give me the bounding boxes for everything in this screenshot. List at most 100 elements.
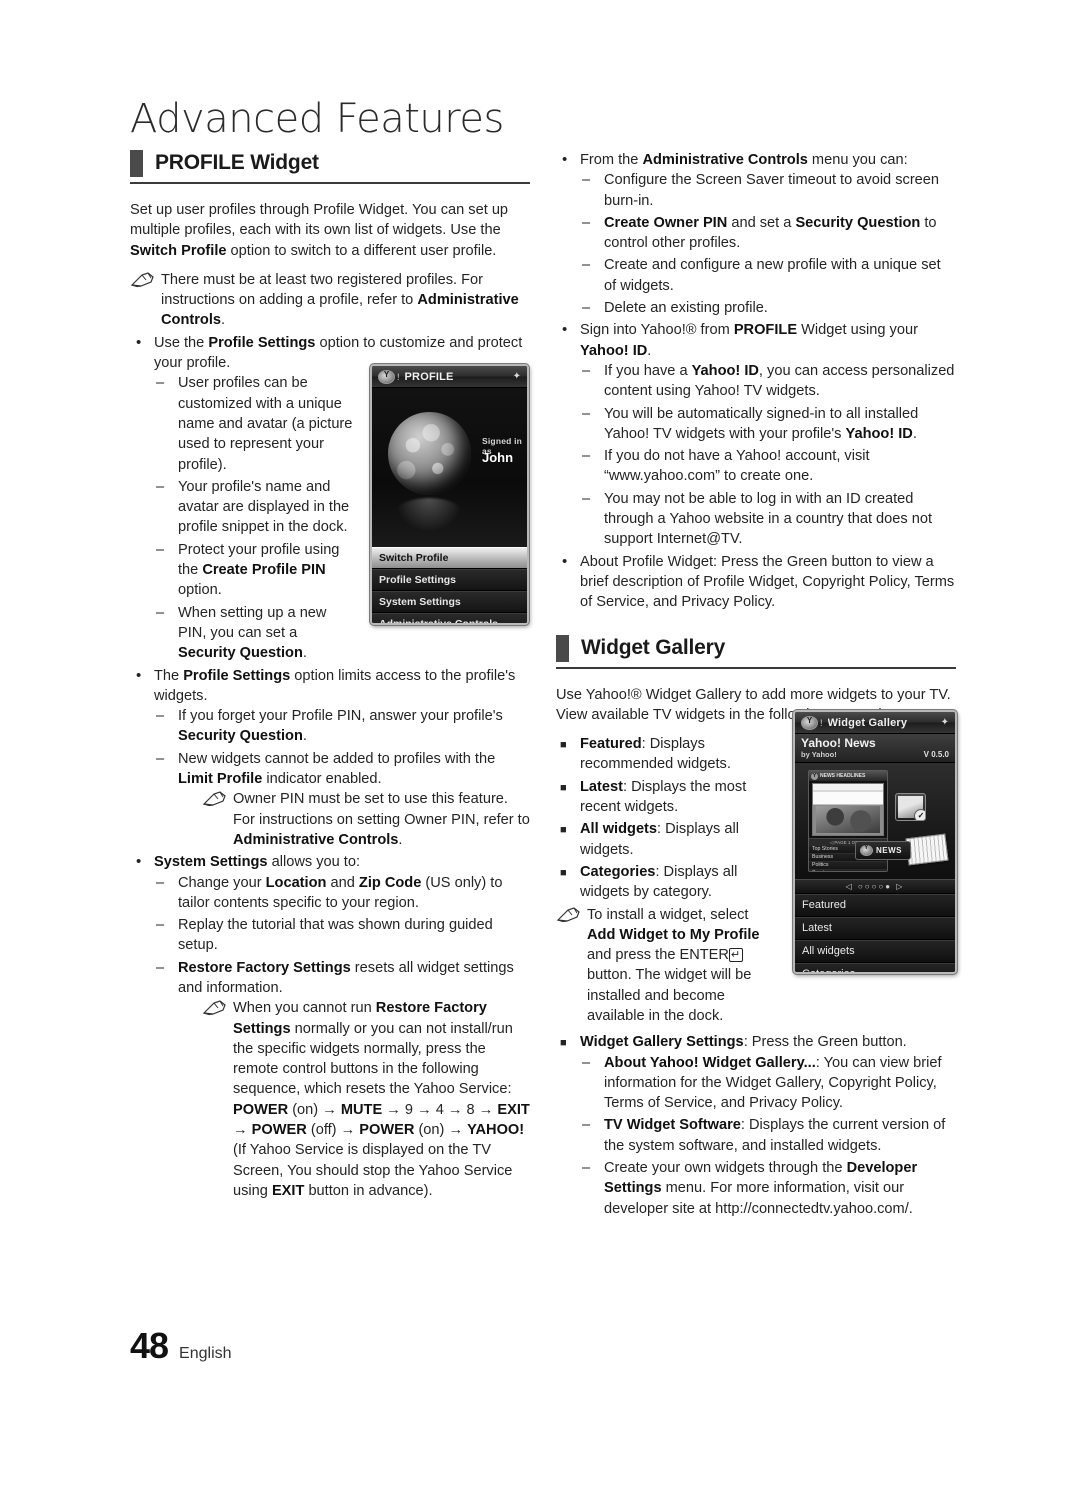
check-icon: ✓ [914,809,925,820]
gallery-pager[interactable]: ◁ ○○○○● ▷ [795,879,955,894]
note-registered-profiles: There must be at least two registered pr… [130,270,530,331]
section-title-text: Widget Gallery [581,635,726,659]
yahoo-logo-icon [801,715,818,730]
gallery-widget-version: V 0.5.0 [923,750,949,759]
note-restore-factory: When you cannot run Restore Factory Sett… [202,998,530,1201]
gallery-subheader: Yahoo! News by Yahoo! V 0.5.0 [795,734,955,763]
section-title-text: PROFILE Widget [155,151,319,175]
menu-item-switch-profile[interactable]: Switch Profile [372,547,527,569]
list-item: • System Settings allows you to: – Change… [130,852,530,1201]
list-item: – Create your own widgets through the Dev… [582,1160,918,1217]
dash-icon: – [156,478,165,495]
bullet-icon: • [136,333,142,351]
list-item: – About Yahoo! Widget Gallery...: You can… [582,1054,942,1112]
profile-widget-screenshot: ! PROFILE ✦ Signed in as John Switch Pro… [370,364,529,625]
note-owner-pin: Owner PIN must be set to use this featur… [202,789,530,850]
mini-category-item: Politics [809,862,887,870]
yahoo-exclamation-icon: ! [820,717,823,728]
list-item: – Restore Factory Settings resets all wid… [154,958,530,1202]
gallery-row-latest[interactable]: Latest [795,917,955,940]
user-name: John [482,450,514,465]
mini-widget-photo [812,783,884,836]
dash-icon: – [582,257,591,274]
dash-icon: – [156,604,165,621]
avatar [388,412,471,495]
list-item: – Delete an existing profile. [580,298,956,318]
menu-item-system-settings[interactable]: System Settings [372,591,527,613]
intro-paragraph: Set up user profiles through Profile Wid… [130,202,509,259]
profile-body: Signed in as John [372,388,527,547]
news-badge-label: NEWS [876,846,902,855]
bullet-list-secondary: – About Yahoo! Widget Gallery...: You can… [580,1053,956,1219]
dash-icon: – [156,541,165,558]
yahoo-logo-icon [860,845,873,856]
page-language: English [179,1345,232,1362]
list-item: – Change your Location and Zip Code (US o… [156,874,503,911]
news-badge: NEWS [855,841,911,860]
gallery-widget-name: Yahoo! News [801,736,876,750]
list-item: – Create Owner PIN and set a Security Que… [582,214,937,252]
bullet-list-secondary: – Configure the Screen Saver timeout to a… [580,170,956,318]
gallery-title-text: Widget Gallery [827,716,908,729]
square-bullet-icon: ■ [560,781,567,794]
bullet-icon: • [562,321,568,339]
list-item: • About Profile Widget: Press the Green … [562,552,955,611]
menu-item-profile-settings[interactable]: Profile Settings [372,569,527,591]
manual-page: Advanced Features PROFILE Widget Set up … [0,0,1080,1494]
pencil-note-icon [202,791,226,807]
bullet-icon: • [562,552,568,570]
dash-icon: – [582,300,591,317]
dash-icon: – [156,708,165,725]
bullet-list-primary: • From the Administrative Controls menu … [556,150,956,613]
list-item: • Sign into Yahoo!® from PROFILE Widget … [556,320,956,549]
square-bullet-icon: ■ [560,739,567,752]
gallery-row-categories[interactable]: Categories [795,963,955,972]
list-item: – You may not be able to log in with an I… [582,490,933,548]
dash-icon: – [582,1054,591,1071]
profile-titlebar: ! PROFILE ✦ [372,366,527,388]
avatar-reflection [394,498,464,532]
page-title: Advanced Features [130,96,504,142]
profile-title-text: PROFILE [404,370,454,383]
bullet-list-secondary: – If you forget your Profile PIN, answer … [154,706,530,850]
page-number: 48 [130,1325,169,1366]
section-marker-icon [130,150,143,177]
dash-icon: – [582,1160,591,1177]
yahoo-exclamation-icon: ! [397,371,400,382]
mini-widget-title: NEWS HEADLINES [809,771,887,781]
dash-icon: – [582,362,591,379]
gallery-category-list: Featured Latest All widgets Categories [795,894,955,972]
page-footer: 48 English [130,1325,232,1367]
dash-icon: – [582,172,591,189]
pencil-note-icon [202,1000,226,1016]
list-item: – If you have a Yahoo! ID, you can access… [582,362,955,400]
pin-icon: ✦ [512,371,521,382]
yahoo-logo-icon [378,369,395,384]
dash-icon: – [156,874,165,891]
right-column: • From the Administrative Controls menu … [556,150,956,1221]
list-item: – If you forget your Profile PIN, answer … [156,708,503,745]
left-column: PROFILE Widget Set up user profiles thro… [130,150,530,1203]
list-item: – New widgets cannot be added to profiles… [154,749,530,850]
square-bullet-icon: ■ [560,866,567,879]
pin-icon: ✦ [940,717,949,728]
bullet-icon: • [136,666,142,684]
gallery-titlebar: ! Widget Gallery ✦ [795,712,955,734]
list-item: – You will be automatically signed-in to … [582,405,919,442]
newspaper-graphic [905,833,949,866]
gallery-preview-stage: NEWS HEADLINES ◁ PAGE 1 OF 3 ▷ Top Stori… [795,763,955,879]
menu-item-administrative-controls[interactable]: Administrative Controls [372,613,527,623]
bullet-list-secondary: – Change your Location and Zip Code (US o… [154,873,530,1202]
dash-icon: – [582,214,591,231]
section-marker-icon [556,634,569,662]
list-item: – Configure the Screen Saver timeout to a… [582,172,940,209]
gallery-row-featured[interactable]: Featured [795,894,955,917]
dash-icon: – [156,917,165,934]
gallery-row-all-widgets[interactable]: All widgets [795,940,955,963]
dash-icon: – [582,405,591,422]
mini-category-item: Sports [809,870,887,871]
widget-gallery-screenshot: ! Widget Gallery ✦ Yahoo! News by Yahoo!… [793,710,957,974]
list-item: • From the Administrative Controls menu … [556,150,956,318]
dash-icon: – [156,750,165,767]
enter-key-icon: ↵ [728,948,744,963]
